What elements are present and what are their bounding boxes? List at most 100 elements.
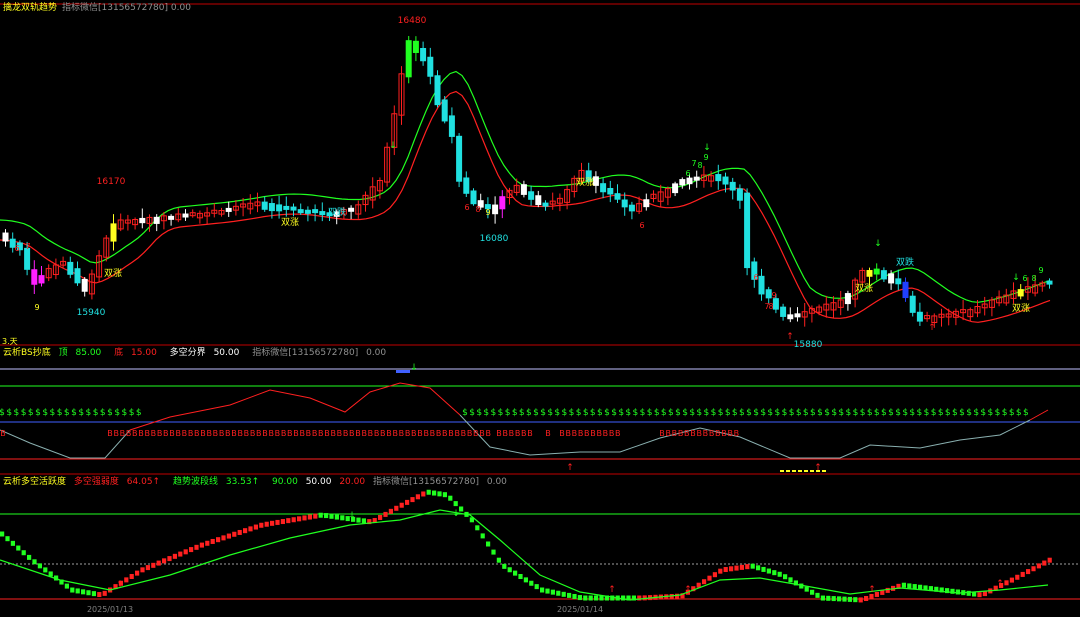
b-mark: B xyxy=(188,429,194,438)
dollar-mark: $ xyxy=(647,408,653,418)
activity-block xyxy=(135,570,140,576)
dollar-mark: $ xyxy=(35,408,41,418)
candle-body xyxy=(441,99,448,122)
dollar-mark: $ xyxy=(938,408,944,418)
p3-up-arrow-0: ↑ xyxy=(116,580,124,590)
activity-block xyxy=(189,547,194,553)
activity-block xyxy=(837,596,842,602)
dollar-mark: $ xyxy=(909,408,915,418)
dollar-mark: $ xyxy=(611,408,617,418)
b-mark: B xyxy=(175,429,181,438)
chart-canvas[interactable]: 1648016170159401608015880双涨双涨双涨双涨双涨双跌双跌3… xyxy=(0,0,1080,614)
b-mark: B xyxy=(709,429,715,438)
double-fall-label-0: 双跌 xyxy=(328,207,346,218)
down-arrow-2: ↓ xyxy=(874,239,882,249)
dollar-mark: $ xyxy=(554,408,560,418)
b-mark: B xyxy=(527,429,533,438)
activity-block xyxy=(675,593,680,599)
sequence-number-3: 6 xyxy=(464,203,469,212)
dollar-mark: $ xyxy=(633,408,639,418)
candle-body xyxy=(686,177,693,185)
activity-block xyxy=(718,568,723,574)
activity-block xyxy=(232,531,237,537)
dollar-mark: $ xyxy=(114,408,120,418)
activity-block xyxy=(966,590,971,596)
b-mark: B xyxy=(330,429,336,438)
dollar-mark: $ xyxy=(14,408,20,418)
b-mark: B xyxy=(684,429,690,438)
activity-block xyxy=(210,538,215,544)
b-mark: B xyxy=(337,429,343,438)
b-mark: B xyxy=(380,429,386,438)
activity-block xyxy=(583,595,588,601)
dollar-mark: $ xyxy=(959,408,965,418)
b-mark: B xyxy=(287,429,293,438)
candle-body xyxy=(880,270,887,280)
down-arrow-1: ↓ xyxy=(703,143,711,153)
candle-body xyxy=(110,223,117,242)
candle-body xyxy=(744,192,751,269)
dollar-mark: $ xyxy=(775,408,781,418)
panel1-title[interactable]: 擒龙双轨趋势 xyxy=(3,3,57,13)
activity-block xyxy=(97,592,102,598)
activity-block xyxy=(486,541,491,547)
b-mark: B xyxy=(521,429,527,438)
activity-block xyxy=(739,564,744,570)
dollar-mark: $ xyxy=(640,408,646,418)
dollar-mark: $ xyxy=(668,408,674,418)
candle-body xyxy=(463,177,470,194)
activity-block xyxy=(410,497,415,503)
dollar-mark: $ xyxy=(874,408,880,418)
dollar-mark: $ xyxy=(739,408,745,418)
b-mark: B xyxy=(609,429,615,438)
panel3-item-tag: 指标微信[13156572780] 0.00 xyxy=(372,477,507,487)
dollar-mark: $ xyxy=(28,408,34,418)
b-mark: B xyxy=(405,429,411,438)
activity-block xyxy=(286,518,291,524)
p2-yellow-dash xyxy=(804,470,808,472)
candle-body xyxy=(38,275,45,284)
b-mark: B xyxy=(584,429,590,438)
panel3-title[interactable]: 云析多空活跃度 xyxy=(3,477,66,487)
price-label-low-3: 15880 xyxy=(794,340,823,350)
dollar-mark: $ xyxy=(71,408,77,418)
dollar-mark: $ xyxy=(597,408,603,418)
panel2-title[interactable]: 云析BS抄底 xyxy=(3,348,51,358)
dollar-mark: $ xyxy=(860,408,866,418)
activity-block xyxy=(297,516,302,522)
dollar-mark: $ xyxy=(6,408,12,418)
date-label-1: 2025/01/14 xyxy=(557,605,603,613)
down-arrow-3: ↓ xyxy=(1012,273,1020,283)
candle-body xyxy=(168,215,175,220)
dollar-mark: $ xyxy=(590,408,596,418)
candle-body xyxy=(312,209,319,214)
candle-body xyxy=(139,217,146,224)
activity-block xyxy=(901,582,906,588)
b-mark: B xyxy=(448,429,454,438)
candle-body xyxy=(74,268,81,284)
dollar-mark: $ xyxy=(604,408,610,418)
activity-block xyxy=(729,566,734,572)
b-mark: B xyxy=(423,429,429,438)
dollar-mark: $ xyxy=(519,408,525,418)
b-mark: B xyxy=(479,429,485,438)
b-mark: B xyxy=(473,429,479,438)
candle-body xyxy=(722,176,729,185)
activity-block xyxy=(502,563,507,569)
activity-block xyxy=(383,511,388,517)
panel3-item-50: 50.00 xyxy=(305,477,332,487)
b-mark: B xyxy=(509,429,515,438)
activity-block xyxy=(86,590,91,596)
date-label-0: 2025/01/13 xyxy=(87,605,133,613)
candle-body xyxy=(2,232,9,242)
p3-up-arrow-4: ↑ xyxy=(996,579,1004,589)
activity-block xyxy=(405,499,410,505)
dollar-mark: $ xyxy=(42,408,48,418)
candle-body xyxy=(780,306,787,317)
p2-down-arrow: ↓ xyxy=(410,363,418,373)
up-arrow-1: ↑ xyxy=(928,323,936,333)
activity-block xyxy=(64,583,69,589)
activity-block xyxy=(621,595,626,601)
dollar-mark: $ xyxy=(760,408,766,418)
b-mark: B xyxy=(157,429,163,438)
